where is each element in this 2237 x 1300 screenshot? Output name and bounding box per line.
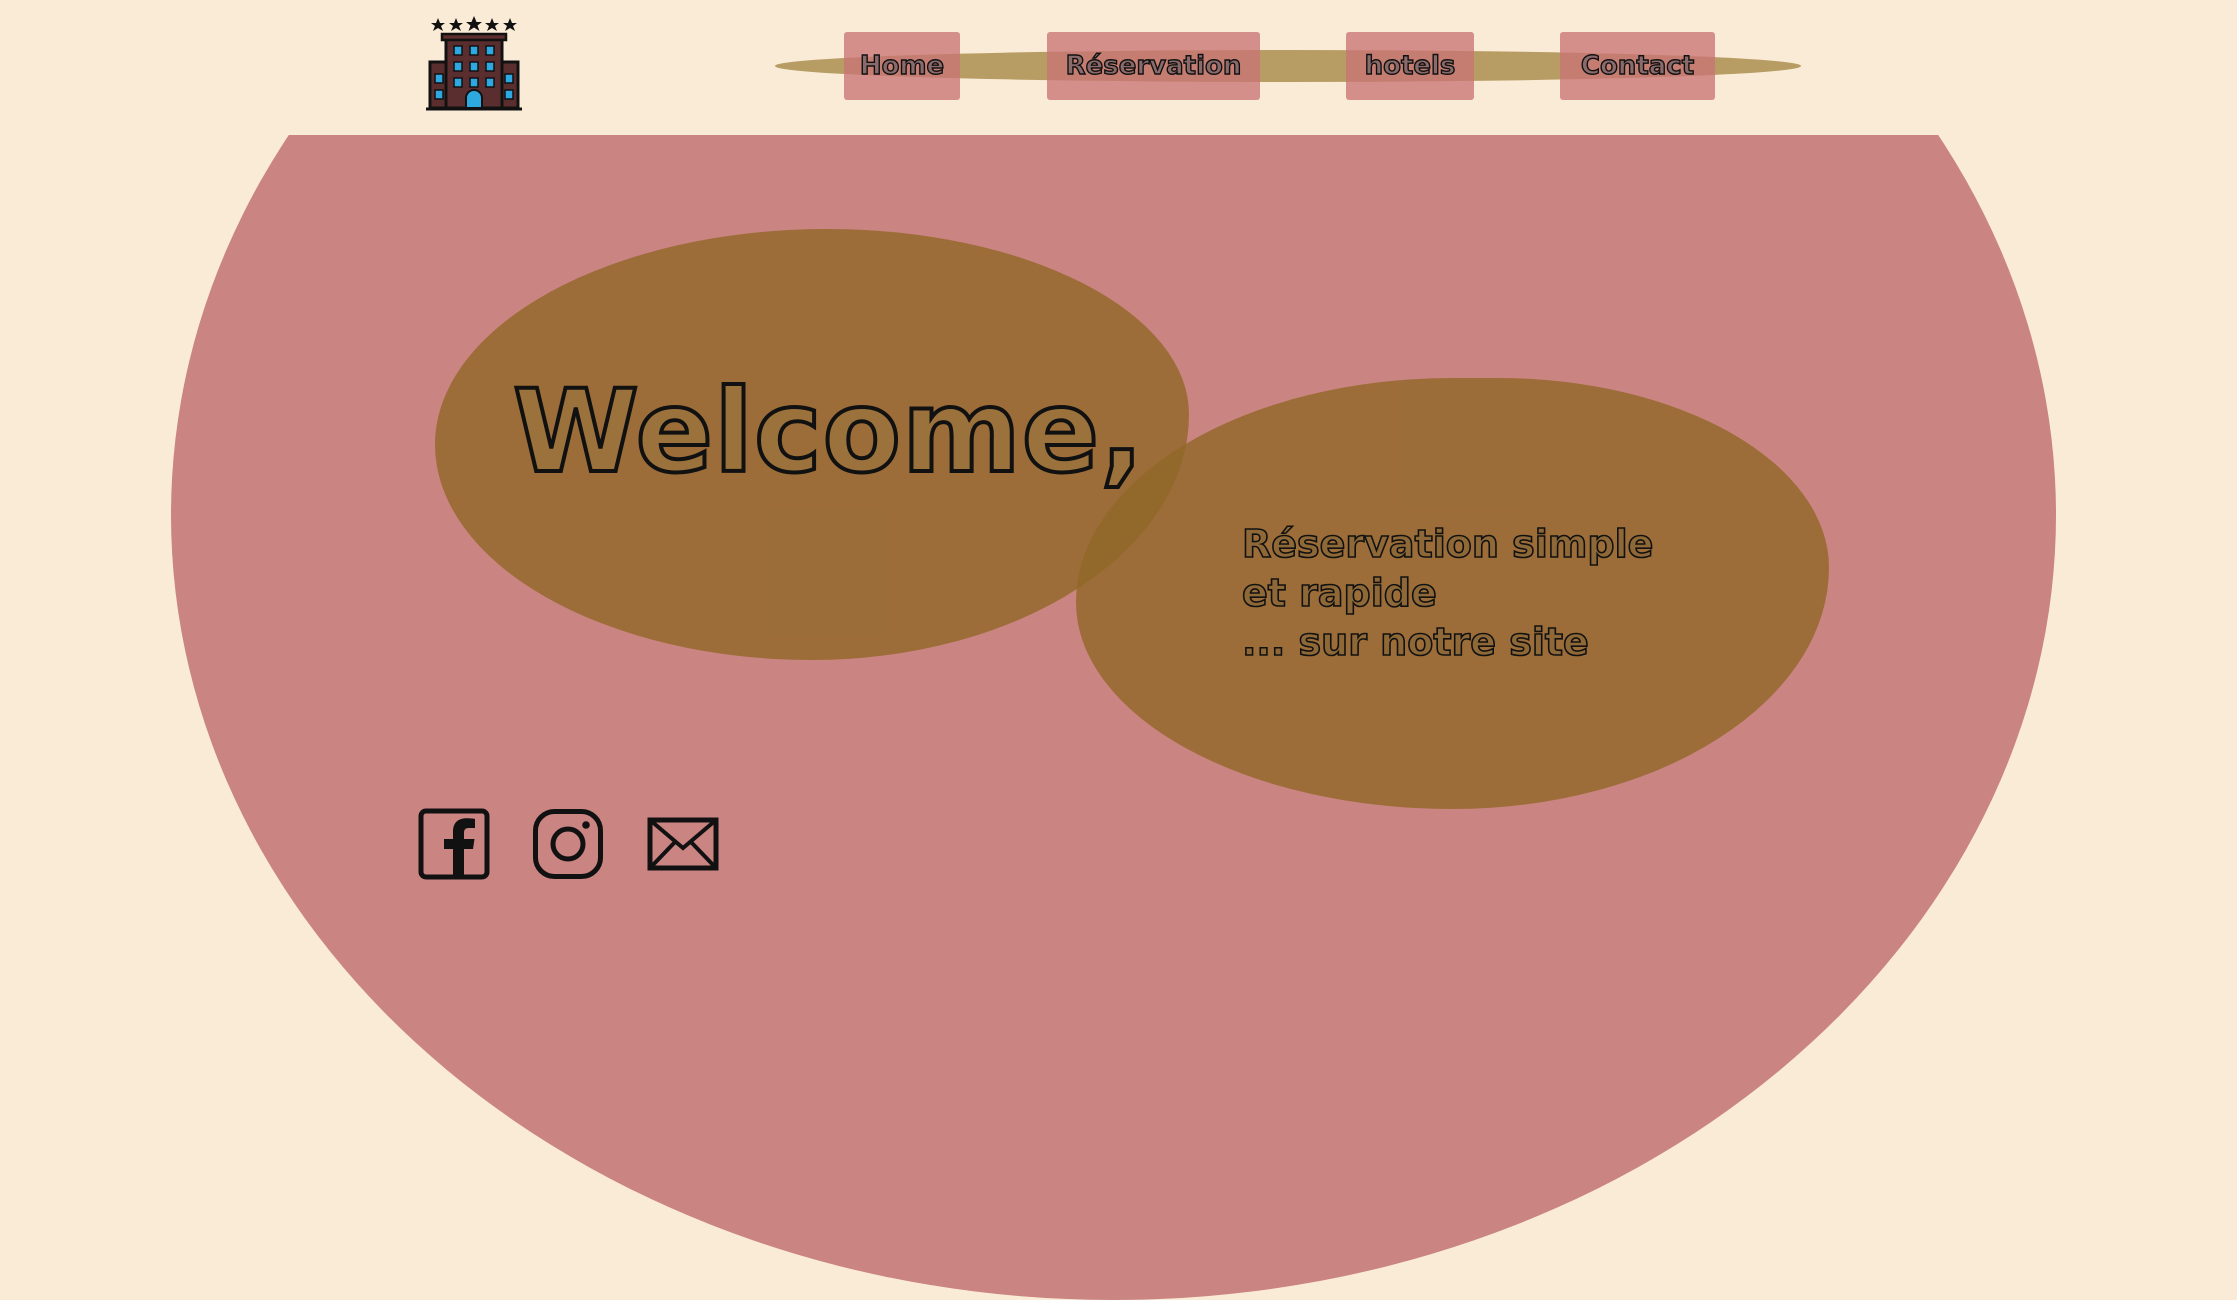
tagline-line-3: ... sur notre site — [1241, 619, 1589, 665]
tagline-line-1: Réservation simple — [1241, 521, 1654, 567]
facebook-icon[interactable] — [418, 808, 490, 880]
hotel-logo-icon[interactable] — [426, 14, 522, 112]
mail-icon[interactable] — [647, 808, 719, 880]
tagline: Réservation simple et rapide ... sur not… — [1241, 520, 1654, 667]
nav-hotels-button[interactable]: hotels — [1346, 32, 1474, 100]
tagline-line-2: et rapide — [1241, 570, 1437, 616]
nav-contact-button[interactable]: Contact — [1560, 32, 1715, 100]
instagram-icon[interactable] — [532, 808, 604, 880]
nav-home-button[interactable]: Home — [844, 32, 960, 100]
welcome-title: Welcome, — [511, 365, 1145, 498]
nav-reservation-button[interactable]: Réservation — [1047, 32, 1260, 100]
